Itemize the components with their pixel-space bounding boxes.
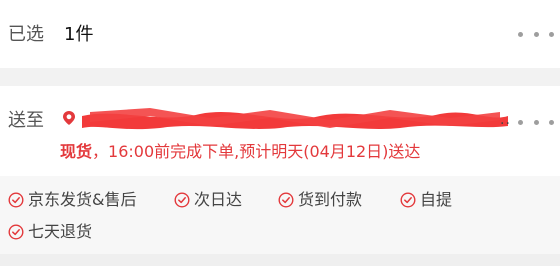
service-label: 自提 — [420, 190, 453, 209]
service-tag: 货到付款 — [278, 192, 362, 208]
circle-check-icon — [278, 192, 294, 208]
service-label: 京东发货&售后 — [28, 190, 137, 209]
bottom-divider — [0, 254, 560, 266]
circle-check-icon — [8, 192, 24, 208]
delivery-eta: 现货，16:00前完成下单,预计明天(04月12日)送达 — [60, 144, 420, 160]
more-dots-icon[interactable] — [518, 24, 554, 44]
location-pin-icon — [63, 111, 75, 125]
stock-status: 现货 — [60, 142, 93, 161]
service-tag: 七天退货 — [8, 224, 92, 240]
address-redacted — [82, 108, 508, 130]
service-tag: 自提 — [400, 192, 452, 208]
selected-value: 1件 — [64, 24, 94, 45]
service-label: 七天退货 — [28, 222, 93, 241]
circle-check-icon — [400, 192, 416, 208]
delivery-row[interactable]: 送至 .. 现货，16:00前完成下单,预计明天(04月12日)送达 — [0, 86, 560, 176]
service-label: 货到付款 — [298, 190, 363, 209]
circle-check-icon — [174, 192, 190, 208]
service-label: 次日达 — [194, 190, 243, 209]
service-tags: 京东发货&售后 次日达 货到付款 自提 七天退货 — [0, 176, 560, 254]
circle-check-icon — [8, 224, 24, 240]
address-ellipsis: .. — [500, 112, 511, 128]
eta-text: ，16:00前完成下单,预计明天(04月12日)送达 — [92, 142, 421, 161]
service-tag: 次日达 — [174, 192, 242, 208]
selected-row[interactable]: 已选 1件 — [0, 0, 560, 68]
selected-label: 已选 — [8, 24, 44, 45]
service-tag: 京东发货&售后 — [8, 192, 136, 208]
section-divider — [0, 68, 560, 86]
more-dots-icon[interactable] — [518, 112, 554, 132]
delivery-label: 送至 — [8, 110, 44, 131]
